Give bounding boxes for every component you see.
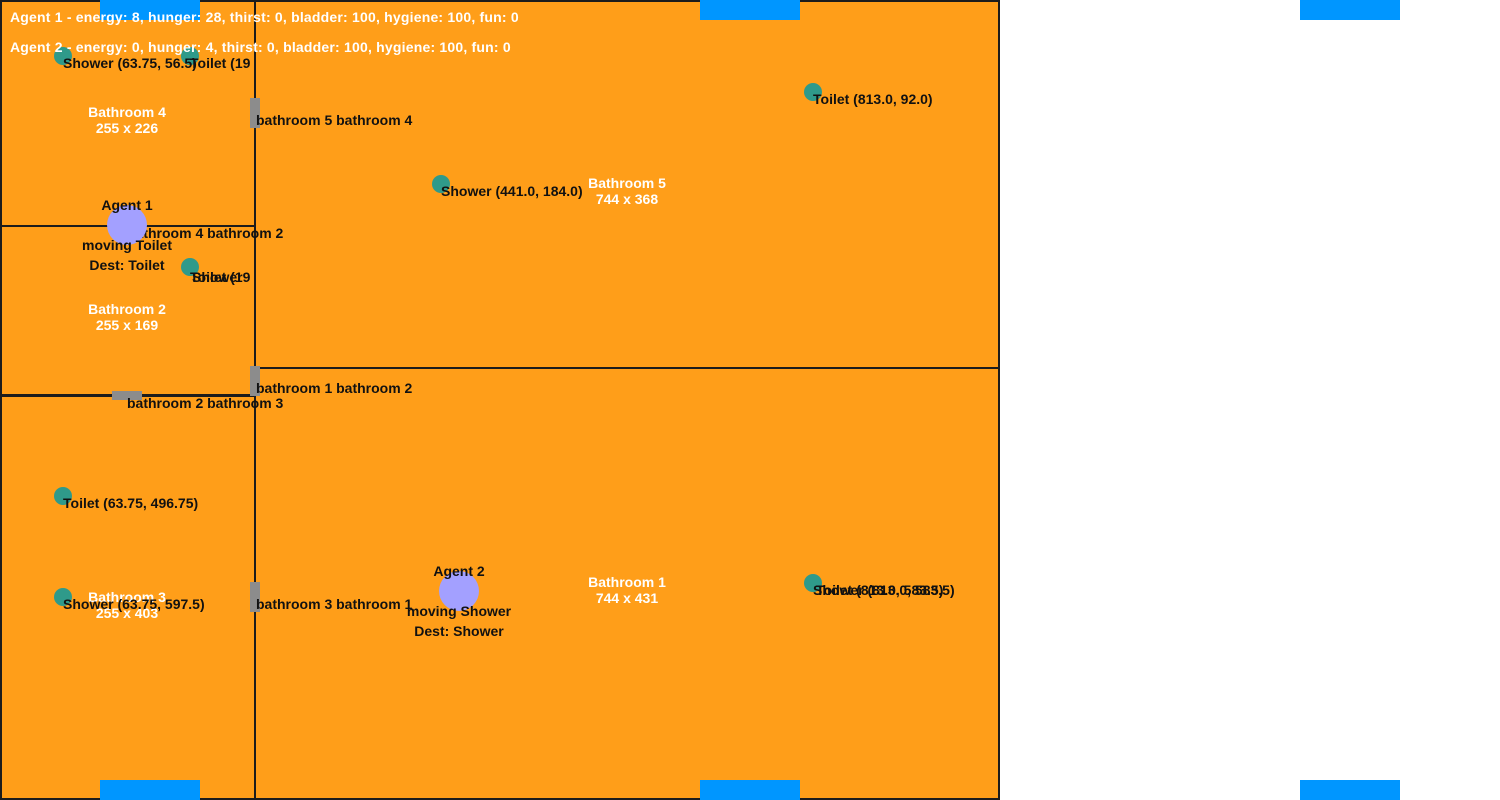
toilet-label-bathroom-4: Toilet (19 (190, 55, 251, 71)
window-bottom-2 (700, 780, 800, 800)
room-label-bathroom-5: Bathroom 5 744 x 368 (588, 175, 666, 207)
shower-label-bathroom-3: Shower (63.75, 597.5) (63, 596, 205, 612)
room-label-bathroom-4: Bathroom 4 255 x 226 (88, 104, 166, 136)
shower-label-bathroom-2: Shower (192, 269, 243, 285)
window-top-2 (700, 0, 800, 20)
agent-1-dest: Dest: Toilet (89, 257, 165, 273)
shower-label-bathroom-4: Shower (63.75, 56.5) (63, 55, 197, 71)
agent-2-state: moving Shower (406, 603, 512, 619)
door-label-5-4: bathroom 5 bathroom 4 (256, 112, 413, 128)
toilet-label-bathroom-1: Toilet (813.0, 583.5) (816, 582, 944, 598)
agent-2-dest: Dest: Shower (414, 623, 504, 639)
room-label-bathroom-1: Bathroom 1 744 x 431 (588, 574, 666, 606)
door-label-1-2: bathroom 1 bathroom 2 (256, 380, 413, 396)
room-label-bathroom-2: Bathroom 2 255 x 169 (88, 301, 166, 333)
window-bottom-3 (1300, 780, 1400, 800)
agent-1-name: Agent 1 (101, 197, 153, 213)
agent-2-status: Agent 2 - energy: 0, hunger: 4, thirst: … (10, 39, 511, 55)
window-top-3 (1300, 0, 1400, 20)
toilet-label-bathroom-3: Toilet (63.75, 496.75) (63, 495, 199, 511)
agent-1-state: moving Toilet (82, 237, 172, 253)
door-label-2-3: bathroom 2 bathroom 3 (127, 395, 284, 411)
agent-2-name: Agent 2 (433, 563, 485, 579)
toilet-label-bathroom-5: Toilet (813.0, 92.0) (813, 91, 933, 107)
shower-label-bathroom-5: Shower (441.0, 184.0) (441, 183, 583, 199)
door-label-3-1: bathroom 3 bathroom 1 (256, 596, 413, 612)
window-bottom-1 (100, 780, 200, 800)
agent-1-status: Agent 1 - energy: 8, hunger: 28, thirst:… (10, 9, 519, 25)
